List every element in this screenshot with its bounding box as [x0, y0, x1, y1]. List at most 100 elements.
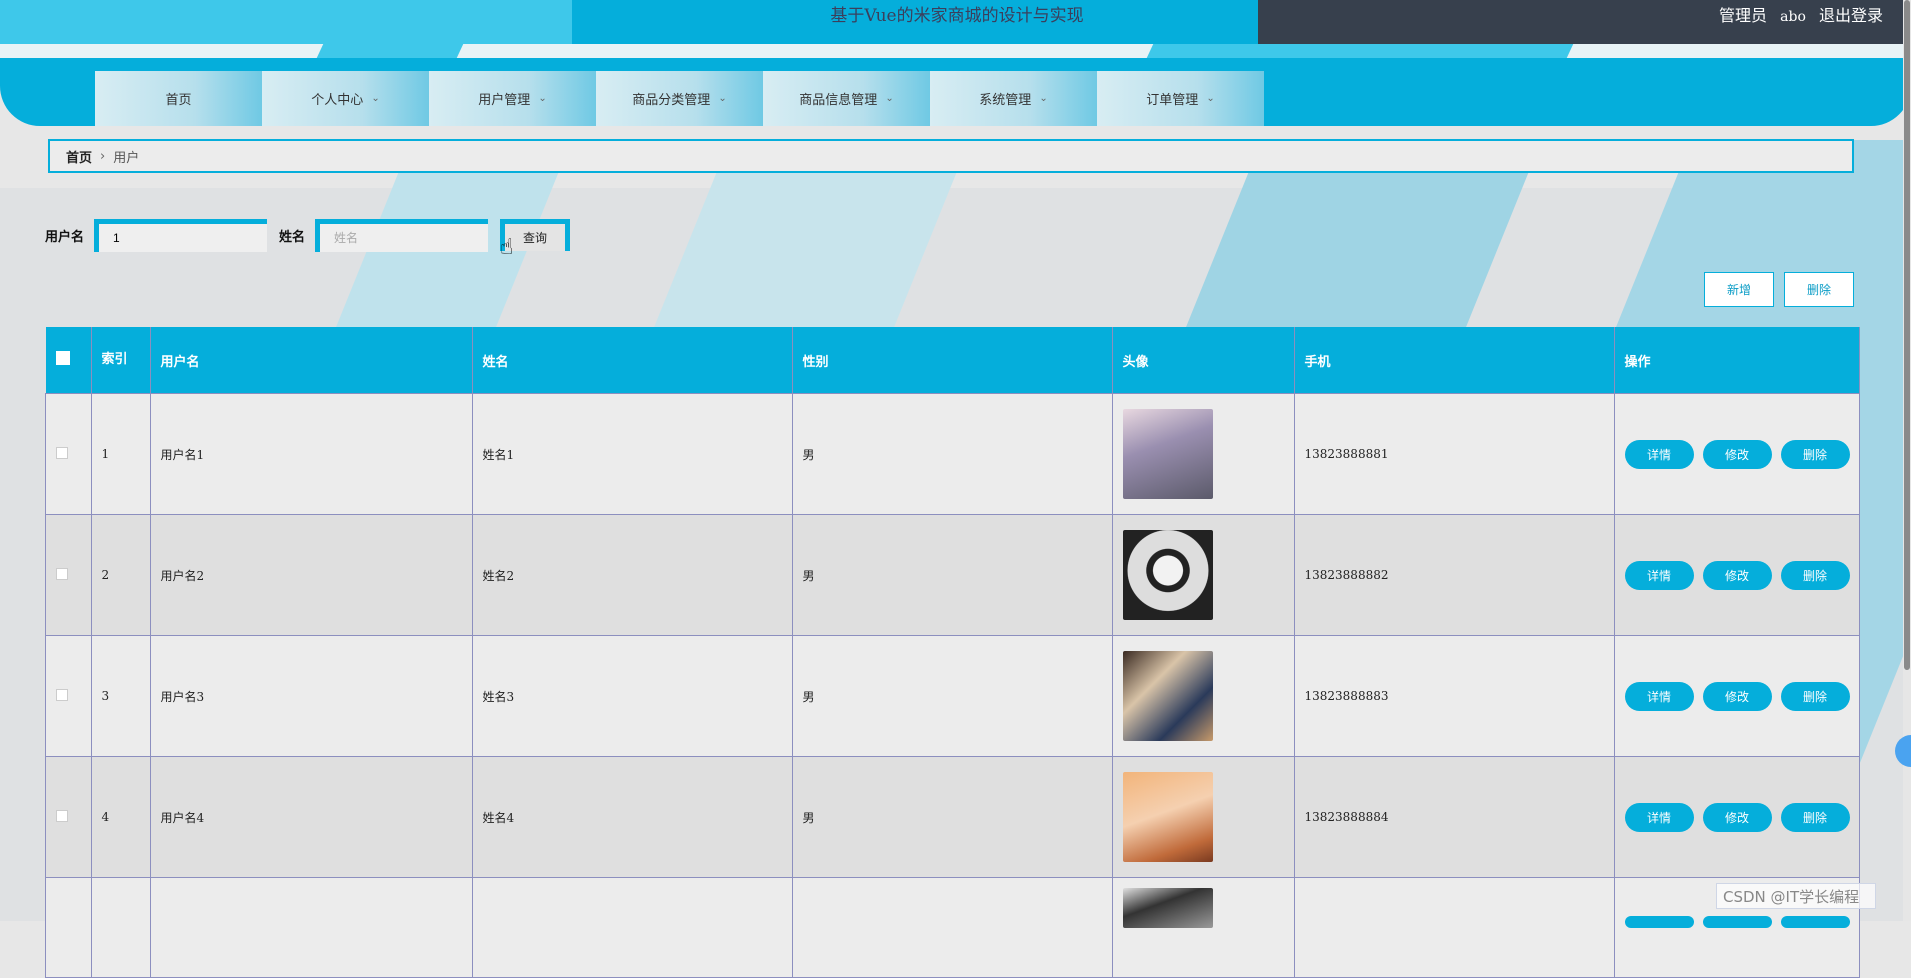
header-index: 索引	[91, 327, 151, 394]
chevron-down-icon: ⌄	[1206, 93, 1215, 104]
row-checkbox[interactable]	[56, 446, 68, 459]
nav-item-2[interactable]: 用户管理 ⌄	[429, 71, 596, 126]
detail-button[interactable]: 详情	[1624, 802, 1694, 832]
avatar	[1122, 409, 1213, 499]
row-checkbox[interactable]	[56, 809, 68, 822]
delete-button[interactable]: 删除	[1780, 681, 1850, 711]
chevron-down-icon: ⌄	[1039, 93, 1048, 104]
avatar	[1122, 772, 1213, 862]
detail-button[interactable]: 详情	[1624, 560, 1694, 590]
row-checkbox[interactable]	[56, 688, 68, 701]
watermark: CSDN @IT学长编程	[1716, 883, 1876, 909]
avatar	[1122, 888, 1213, 928]
breadcrumb-separator-icon: ›	[100, 148, 106, 164]
chevron-down-icon: ⌄	[885, 93, 894, 104]
username-input[interactable]	[94, 218, 268, 252]
select-all-checkbox[interactable]	[55, 351, 70, 365]
header-ops: 操作	[1614, 327, 1860, 394]
nav-item-1[interactable]: 个人中心 ⌄	[262, 71, 429, 126]
table-row: 4 用户名4 姓名4 男 13823888884 详情 修改 删除	[45, 756, 1860, 878]
edit-button[interactable]: 修改	[1702, 439, 1772, 469]
nav-item-label: 订单管理	[1146, 93, 1199, 108]
header-phone: 手机	[1294, 327, 1615, 394]
nav-item-label: 首页	[165, 93, 192, 108]
cell-index: 1	[90, 393, 151, 515]
breadcrumb: 首页 › 用户	[48, 139, 1854, 173]
cell-name: 姓名1	[471, 393, 793, 515]
nav-item-6[interactable]: 订单管理 ⌄	[1097, 71, 1264, 126]
user-role: 管理员	[1719, 6, 1768, 25]
nav-item-3[interactable]: 商品分类管理 ⌄	[596, 71, 763, 126]
batch-delete-button[interactable]: 删除	[1784, 272, 1854, 307]
nav-item-label: 个人中心	[311, 93, 364, 108]
user-name: abo	[1780, 9, 1806, 25]
delete-button[interactable]	[1780, 916, 1850, 928]
avatar	[1122, 530, 1213, 620]
detail-button[interactable]	[1624, 916, 1694, 928]
top-header: 基于Vue的米家商城的设计与实现 管理员 abo 退出登录	[0, 0, 1911, 44]
logout-link[interactable]: 退出登录	[1819, 6, 1883, 25]
cell-gender: 男	[791, 393, 1113, 515]
table-row: 1 用户名1 姓名1 男 13823888881 详情 修改 删除	[45, 393, 1860, 515]
cell-name: 姓名2	[471, 514, 793, 636]
nav-item-label: 系统管理	[979, 93, 1032, 108]
cell-phone: 13823888882	[1293, 514, 1615, 636]
cell-username: 用户名3	[149, 635, 473, 757]
chevron-down-icon: ⌄	[371, 93, 380, 104]
cell-gender: 男	[791, 514, 1113, 636]
breadcrumb-home[interactable]: 首页	[66, 147, 92, 166]
user-table: 索引 用户名 姓名 性别 头像 手机 操作 1 用户名1 姓名1 男 13823…	[45, 327, 1860, 978]
nav-item-0[interactable]: 首页	[95, 71, 262, 126]
search-bar: 用户名 姓名 查询	[45, 217, 571, 253]
chevron-down-icon: ⌄	[718, 93, 727, 104]
nav-item-4[interactable]: 商品信息管理 ⌄	[763, 71, 930, 126]
main-nav: 首页 个人中心 ⌄ 用户管理 ⌄ 商品分类管理 ⌄ 商品信息管理 ⌄ 系统管理 ⌄ 订单管理 ⌄	[0, 58, 1911, 126]
cell-name: 姓名4	[471, 756, 793, 878]
cell-index: 3	[90, 635, 151, 757]
cell-username: 用户名4	[149, 756, 473, 878]
pointer-cursor-icon: ☝	[500, 235, 514, 260]
cell-index: 2	[90, 514, 151, 636]
edit-button[interactable]: 修改	[1702, 560, 1772, 590]
nav-item-label: 商品分类管理	[632, 93, 711, 108]
delete-button[interactable]: 删除	[1780, 560, 1850, 590]
cell-phone: 13823888884	[1293, 756, 1615, 878]
table-header-row: 索引 用户名 姓名 性别 头像 手机 操作	[45, 327, 1860, 394]
username-label: 用户名	[45, 229, 85, 245]
cell-index: 4	[90, 756, 151, 878]
site-title: 基于Vue的米家商城的设计与实现	[830, 6, 1084, 26]
add-button[interactable]: 新增	[1704, 272, 1774, 307]
nav-item-label: 商品信息管理	[799, 93, 878, 108]
header-divider	[0, 44, 1911, 58]
cell-username: 用户名2	[149, 514, 473, 636]
cell-gender: 男	[791, 756, 1113, 878]
user-area: 管理员 abo 退出登录	[1711, 0, 1883, 32]
delete-button[interactable]: 删除	[1780, 802, 1850, 832]
delete-button[interactable]: 删除	[1780, 439, 1850, 469]
table-row: 3 用户名3 姓名3 男 13823888883 详情 修改 删除	[45, 635, 1860, 757]
header-avatar: 头像	[1112, 327, 1295, 394]
cell-gender: 男	[791, 635, 1113, 757]
detail-button[interactable]: 详情	[1624, 439, 1694, 469]
edit-button[interactable]: 修改	[1702, 802, 1772, 832]
name-input[interactable]	[315, 218, 489, 252]
header-username: 用户名	[150, 327, 473, 394]
header-gender: 性别	[792, 327, 1113, 394]
cell-phone: 13823888883	[1293, 635, 1615, 757]
edit-button[interactable]: 修改	[1702, 681, 1772, 711]
nav-item-5[interactable]: 系统管理 ⌄	[930, 71, 1097, 126]
table-actions: 新增 删除	[1704, 272, 1854, 307]
chevron-down-icon: ⌄	[538, 93, 547, 104]
name-label: 姓名	[279, 229, 306, 245]
edit-button[interactable]	[1702, 916, 1772, 928]
cell-username: 用户名1	[149, 393, 473, 515]
detail-button[interactable]: 详情	[1624, 681, 1694, 711]
cell-phone: 13823888881	[1293, 393, 1615, 515]
row-checkbox[interactable]	[56, 567, 68, 580]
header-select-all[interactable]	[45, 327, 92, 394]
scrollbar-thumb[interactable]	[1904, 0, 1910, 670]
avatar	[1122, 651, 1213, 741]
cell-name: 姓名3	[471, 635, 793, 757]
nav-menu: 首页 个人中心 ⌄ 用户管理 ⌄ 商品分类管理 ⌄ 商品信息管理 ⌄ 系统管理 ⌄ 订单管理 ⌄	[95, 71, 1264, 126]
header-name: 姓名	[472, 327, 793, 394]
